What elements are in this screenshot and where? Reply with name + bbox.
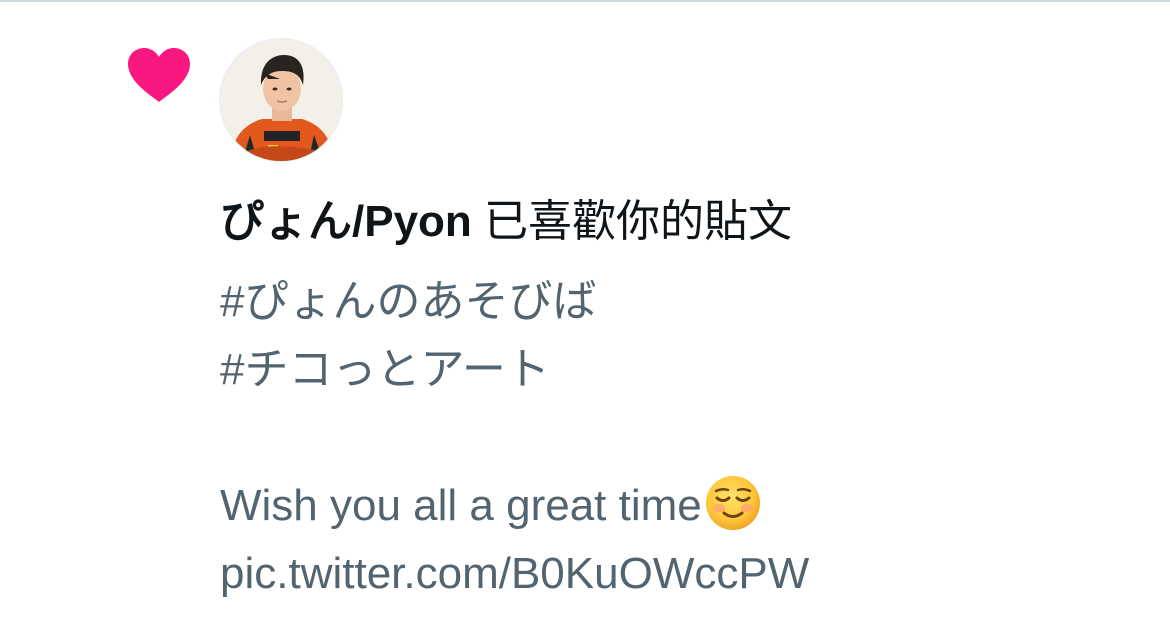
avatar[interactable] — [219, 38, 343, 162]
avatar-photo — [220, 39, 342, 161]
action-text: 已喜歡你的貼文 — [471, 197, 793, 246]
media-link[interactable]: pic.twitter.com/B0KuOWccPW — [220, 540, 809, 608]
hashtag-line[interactable]: #ぴょんのあそびば — [220, 268, 809, 336]
heart-icon — [128, 48, 190, 102]
smiling-face-icon — [705, 476, 760, 530]
like-notification[interactable]: ぴょん/Pyon 已喜歡你的貼文 #ぴょんのあそびば #チコっとアート Wish… — [0, 0, 1170, 625]
tweet-text[interactable]: #ぴょんのあそびば #チコっとアート Wish you all a great … — [220, 268, 809, 608]
hashtag-line[interactable]: #チコっとアート — [220, 336, 809, 404]
notification-headline: ぴょん/Pyon 已喜歡你的貼文 — [220, 192, 792, 252]
message-text: Wish you all a great time — [220, 481, 702, 530]
message-line: Wish you all a great time — [220, 472, 809, 540]
user-display-name[interactable]: ぴょん/Pyon — [220, 197, 472, 246]
